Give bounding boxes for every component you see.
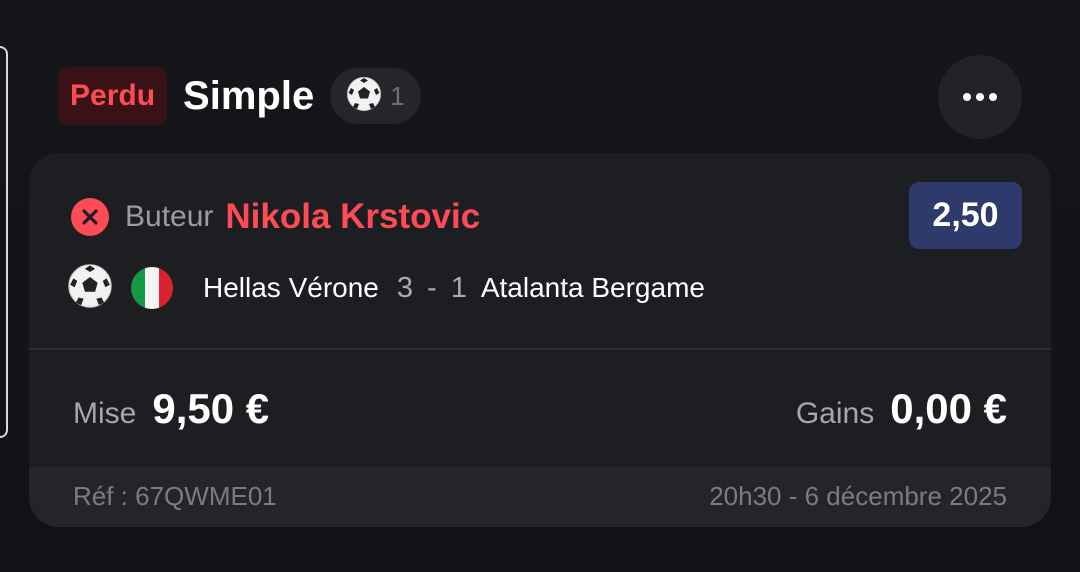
selection-count: 1 [390,80,405,111]
more-dots-icon [963,93,971,101]
italy-flag-icon [131,267,173,309]
away-team: Atalanta Bergame [480,272,705,303]
stake-block: Mise 9,50 € [73,385,269,433]
score-separator: - [427,271,437,304]
player-name: Nikola Krstovic [225,197,481,236]
gain-block: Gains 0,00 € [796,385,1007,433]
market-label: Buteur [125,200,214,233]
more-options-button[interactable] [938,55,1022,139]
x-circle-icon [71,198,109,236]
soccer-ball-icon [346,76,382,117]
soccer-ball-icon [67,263,113,314]
stake-label: Mise [73,397,137,430]
previous-card-edge [0,46,8,438]
status-badge: Perdu [58,67,168,125]
match-row: Hellas Vérone 3 - 1 Atalanta Bergame [67,263,705,314]
home-team: Hellas Vérone [203,272,379,303]
bet-type-title: Simple [183,73,315,118]
bet-reference: Réf : 67QWME01 [73,481,277,511]
sport-count-pill: 1 [330,68,421,124]
selection-row: Buteur Nikola Krstovic [71,195,480,239]
gain-label: Gains [795,397,875,430]
bet-datetime: 20h30 - 6 décembre 2025 [709,481,1007,511]
gain-value: 0,00 € [890,385,1007,432]
away-score: 1 [450,271,467,304]
card-divider [29,348,1051,350]
card-footer: Réf : 67QWME01 20h30 - 6 décembre 2025 [29,467,1051,527]
bet-card[interactable]: Buteur Nikola Krstovic 2,50 Hellas Véron… [29,153,1051,527]
stake-value: 9,50 € [152,385,270,432]
bet-header: Perdu Simple 1 [58,66,421,126]
more-dot [976,93,984,101]
home-score: 3 [396,271,414,304]
more-dot [989,93,997,101]
bet-history-screen: Perdu Simple 1 Buteur Nikola Krstovic 2,… [0,0,1080,572]
odds-badge: 2,50 [909,182,1022,249]
